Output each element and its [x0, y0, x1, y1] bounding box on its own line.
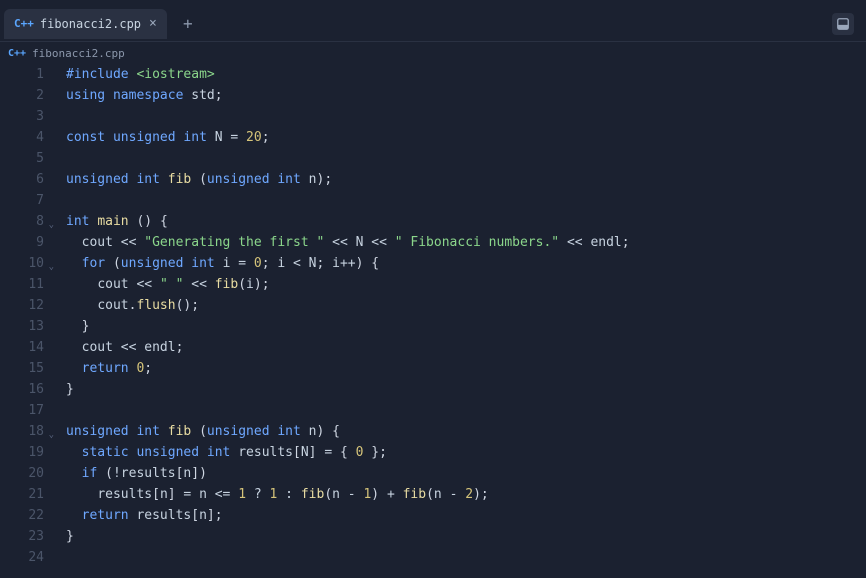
code-line[interactable]: static unsigned int results[N] = { 0 };: [66, 442, 866, 463]
code-line[interactable]: cout << "Generating the first " << N << …: [66, 232, 866, 253]
line-number: 9: [0, 232, 44, 253]
code-line[interactable]: }: [66, 379, 866, 400]
code-line[interactable]: }: [66, 526, 866, 547]
code-line[interactable]: [66, 190, 866, 211]
code-line[interactable]: const unsigned int N = 20;: [66, 127, 866, 148]
code-line[interactable]: using namespace std;: [66, 85, 866, 106]
line-number: 18⌄: [0, 421, 44, 442]
fold-chevron-icon[interactable]: ⌄: [49, 257, 54, 278]
code-line[interactable]: cout.flush();: [66, 295, 866, 316]
line-number: 7: [0, 190, 44, 211]
line-number: 14: [0, 337, 44, 358]
cpp-file-icon: C++: [14, 17, 34, 30]
line-number: 17: [0, 400, 44, 421]
code-line[interactable]: return 0;: [66, 358, 866, 379]
toggle-panel-button[interactable]: [832, 13, 854, 35]
code-line[interactable]: cout << " " << fib(i);: [66, 274, 866, 295]
line-number: 19: [0, 442, 44, 463]
line-number: 1: [0, 64, 44, 85]
line-number: 6: [0, 169, 44, 190]
fold-chevron-icon[interactable]: ⌄: [49, 215, 54, 236]
code-line[interactable]: [66, 106, 866, 127]
line-number-gutter: 12345678⌄910⌄1112131415161718⌄1920212223…: [0, 64, 52, 578]
code-line[interactable]: [66, 547, 866, 568]
cpp-file-icon: C++: [8, 48, 26, 59]
code-line[interactable]: cout << endl;: [66, 337, 866, 358]
code-line[interactable]: [66, 400, 866, 421]
line-number: 2: [0, 85, 44, 106]
line-number: 20: [0, 463, 44, 484]
code-line[interactable]: #include <iostream>: [66, 64, 866, 85]
breadcrumb[interactable]: C++ fibonacci2.cpp: [0, 42, 866, 64]
close-icon[interactable]: ×: [149, 16, 157, 31]
fold-chevron-icon[interactable]: ⌄: [49, 425, 54, 446]
new-tab-button[interactable]: +: [177, 13, 199, 35]
code-line[interactable]: results[n] = n <= 1 ? 1 : fib(n - 1) + f…: [66, 484, 866, 505]
line-number: 13: [0, 316, 44, 337]
line-number: 4: [0, 127, 44, 148]
code-line[interactable]: int main () {: [66, 211, 866, 232]
line-number: 16: [0, 379, 44, 400]
line-number: 15: [0, 358, 44, 379]
tab-label: fibonacci2.cpp: [40, 17, 141, 31]
line-number: 24: [0, 547, 44, 568]
code-line[interactable]: for (unsigned int i = 0; i < N; i++) {: [66, 253, 866, 274]
line-number: 11: [0, 274, 44, 295]
panel-icon: [836, 17, 850, 31]
code-content[interactable]: #include <iostream>using namespace std; c…: [52, 64, 866, 578]
code-line[interactable]: unsigned int fib (unsigned int n);: [66, 169, 866, 190]
line-number: 22: [0, 505, 44, 526]
line-number: 5: [0, 148, 44, 169]
code-line[interactable]: }: [66, 316, 866, 337]
code-line[interactable]: return results[n];: [66, 505, 866, 526]
line-number: 3: [0, 106, 44, 127]
code-editor[interactable]: 12345678⌄910⌄1112131415161718⌄1920212223…: [0, 64, 866, 578]
breadcrumb-path: fibonacci2.cpp: [32, 47, 125, 60]
line-number: 8⌄: [0, 211, 44, 232]
tab-bar: C++ fibonacci2.cpp × +: [0, 0, 866, 42]
line-number: 21: [0, 484, 44, 505]
line-number: 10⌄: [0, 253, 44, 274]
code-line[interactable]: unsigned int fib (unsigned int n) {: [66, 421, 866, 442]
code-line[interactable]: if (!results[n]): [66, 463, 866, 484]
line-number: 12: [0, 295, 44, 316]
file-tab[interactable]: C++ fibonacci2.cpp ×: [4, 9, 167, 39]
code-line[interactable]: [66, 148, 866, 169]
line-number: 23: [0, 526, 44, 547]
